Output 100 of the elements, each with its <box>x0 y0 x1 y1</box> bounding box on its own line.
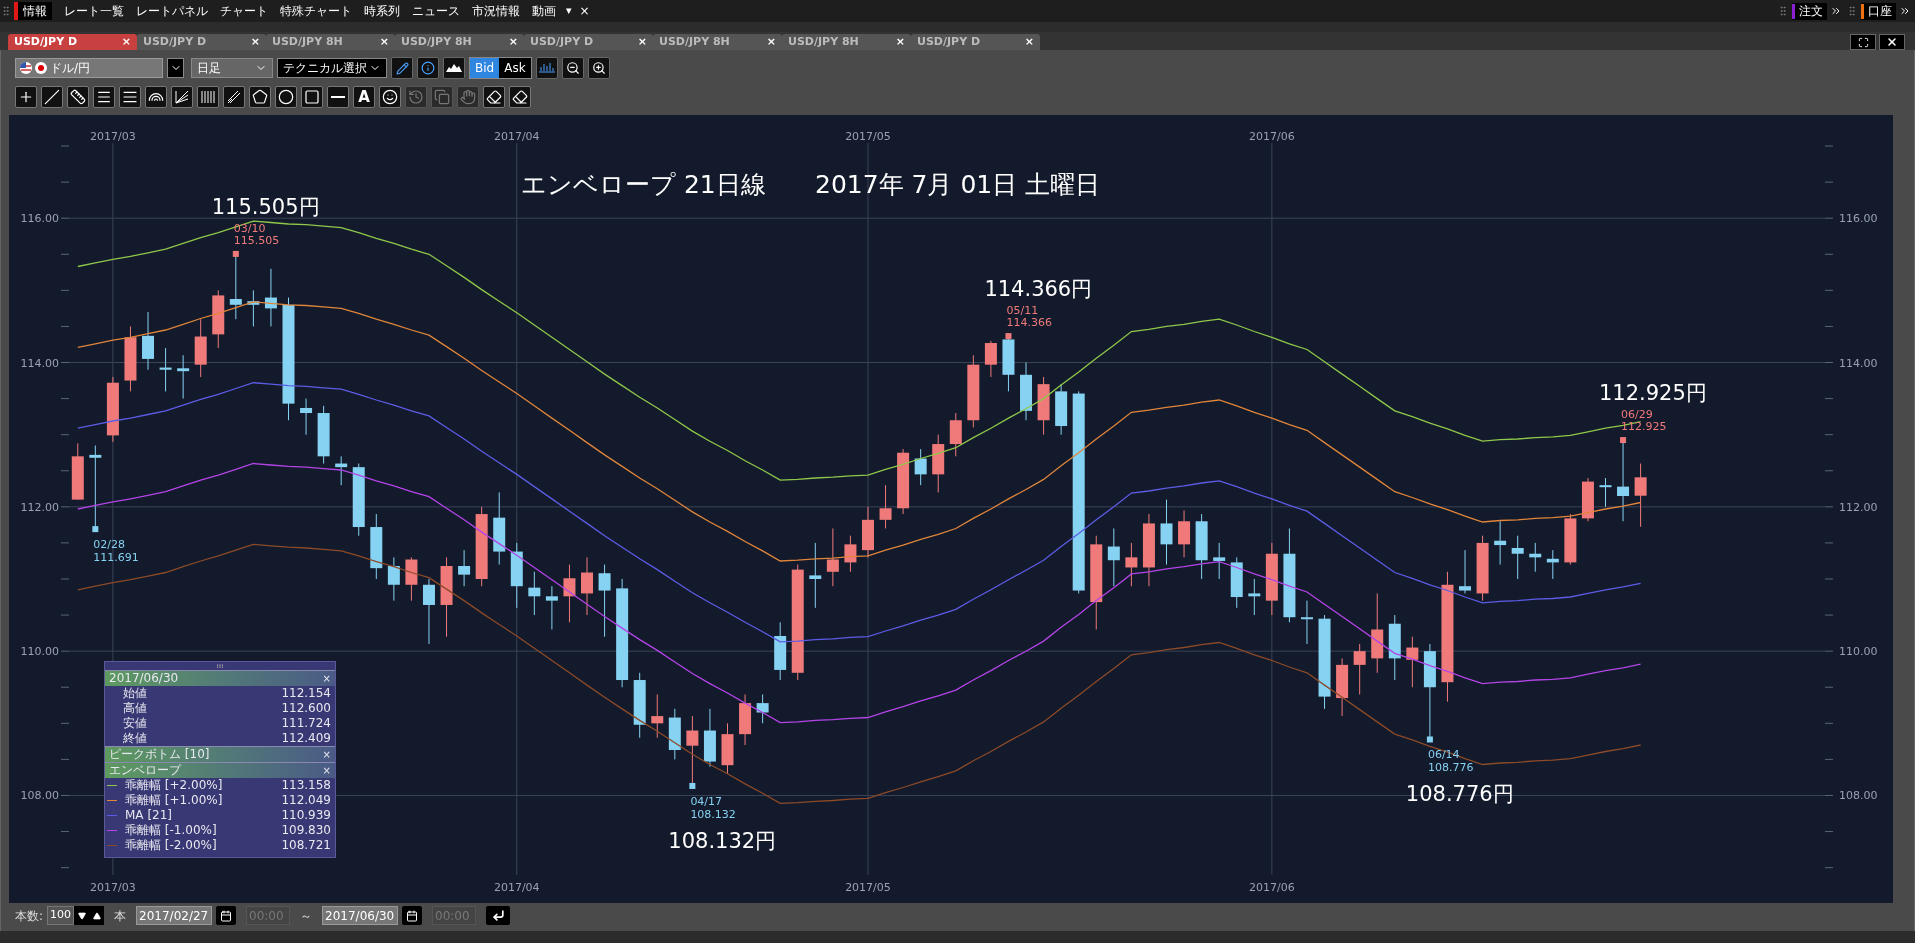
calendar-button[interactable] <box>402 906 423 925</box>
menu-item[interactable]: ニュース <box>406 2 466 20</box>
technical-select[interactable]: テクニカル選択 <box>277 58 387 78</box>
menu-item[interactable]: 情報 <box>14 2 52 20</box>
chart-tab[interactable]: USD/JPY D × <box>911 34 1040 50</box>
chart-tab[interactable]: USD/JPY D × <box>137 34 266 50</box>
tab-close-button[interactable]: × <box>121 33 131 51</box>
expand-icon[interactable] <box>1830 5 1842 17</box>
row-label: MA [21] <box>125 808 173 823</box>
tab-close-button[interactable]: × <box>895 33 905 51</box>
menu-item[interactable]: 特殊チャート <box>274 2 358 20</box>
chart-tab[interactable]: USD/JPY D × <box>8 34 137 50</box>
candlestick <box>1529 542 1542 573</box>
expand-icon[interactable] <box>1899 5 1911 17</box>
eraser-icon <box>512 89 528 105</box>
drawing-tool-button[interactable] <box>171 86 193 108</box>
candlestick <box>1037 376 1050 436</box>
tab-close-button[interactable]: × <box>250 33 260 51</box>
marker-price: 115.505 <box>233 233 280 247</box>
price-side-toggle[interactable]: Bid <box>470 58 500 78</box>
end-date-field[interactable]: 2017/06/30 <box>322 906 399 925</box>
menu-item[interactable]: 時系列 <box>358 2 406 20</box>
tab-close-button[interactable]: × <box>379 33 389 51</box>
drawing-tool-button[interactable] <box>223 86 245 108</box>
candlestick <box>387 556 400 602</box>
price-label: 114.366円 <box>984 277 1093 302</box>
grip-icon[interactable] <box>1846 5 1858 17</box>
close-button[interactable]: × <box>322 747 331 762</box>
tab-close-button[interactable]: × <box>766 33 776 51</box>
chart-tab[interactable]: USD/JPY 8H × <box>653 34 782 50</box>
calendar-button[interactable] <box>216 906 237 925</box>
count-field[interactable]: 100 <box>47 906 75 925</box>
drawing-tool-button[interactable] <box>145 86 167 108</box>
close-button[interactable]: × <box>322 763 331 778</box>
menu-item[interactable]: 動画 <box>526 2 562 20</box>
dropdown-button[interactable] <box>167 58 184 78</box>
menu-item[interactable]: レートパネル <box>130 2 214 20</box>
info-button[interactable] <box>417 57 439 79</box>
candlestick <box>212 289 225 349</box>
pencil-icon <box>395 61 409 75</box>
axis-label: 2017/06 <box>1249 130 1295 143</box>
count-label: 本数: <box>15 907 44 925</box>
chart-tab[interactable]: USD/JPY 8H × <box>782 34 911 50</box>
axis-label: 112.00 <box>20 500 59 514</box>
drawing-tool-button[interactable] <box>15 86 37 108</box>
tab-close-button[interactable]: × <box>1024 33 1034 51</box>
tab-close-button[interactable]: × <box>508 33 518 51</box>
close-icon <box>1886 36 1898 48</box>
candlestick <box>1178 509 1191 558</box>
candlestick <box>317 405 330 465</box>
drawing-tool-button[interactable] <box>327 86 349 108</box>
menu-close[interactable]: × <box>575 2 594 20</box>
draw-button[interactable] <box>391 57 413 79</box>
menu-item[interactable]: チャート <box>214 2 274 20</box>
grip-icon[interactable] <box>1777 5 1789 17</box>
currency-pair-select[interactable]: ドル/円 <box>15 58 163 78</box>
timeframe-select[interactable]: 日足 <box>191 58 273 78</box>
chart-tab[interactable]: USD/JPY D × <box>524 34 653 50</box>
start-date-field[interactable]: 2017/02/27 <box>136 906 213 925</box>
axis-label: 114.00 <box>1839 356 1878 370</box>
close-button[interactable]: × <box>322 671 331 686</box>
menu-item[interactable]: 市況情報 <box>466 2 526 20</box>
drawing-tool-button[interactable] <box>483 86 505 108</box>
candlestick <box>264 268 277 327</box>
candlestick <box>756 693 769 724</box>
panel-button[interactable]: 口座 <box>1861 2 1896 20</box>
chart-tab[interactable]: USD/JPY 8H × <box>395 34 524 50</box>
zoom-in-button[interactable] <box>587 57 610 79</box>
price-label: 108.132円 <box>668 828 777 853</box>
tab-close-button[interactable]: × <box>637 33 647 51</box>
bar-chart-icon <box>538 63 555 73</box>
price-side-toggle[interactable]: Ask <box>499 58 531 78</box>
drawing-tool-button[interactable] <box>119 86 141 108</box>
section-title: ピークボトム [10] <box>109 747 210 762</box>
drawing-tool-button[interactable] <box>249 86 271 108</box>
candlestick <box>739 693 752 746</box>
drawing-tool-button[interactable] <box>93 86 115 108</box>
zoom-out-button[interactable] <box>561 57 584 79</box>
row-label: 乖離幅 [+2.00%] <box>125 778 224 793</box>
close-button[interactable] <box>1879 34 1905 50</box>
reload-button[interactable] <box>486 906 511 925</box>
drawing-tool-button[interactable]: A <box>353 86 375 108</box>
drawing-tool-button[interactable] <box>509 86 531 108</box>
panel-button[interactable]: 注文 <box>1792 2 1827 20</box>
zoom-out-icon <box>565 61 580 75</box>
drawing-tool-button[interactable] <box>275 86 297 108</box>
drawing-tool-button[interactable] <box>301 86 323 108</box>
drawing-tool-button[interactable] <box>67 86 89 108</box>
drawing-tool-button[interactable] <box>41 86 63 108</box>
grip-icon[interactable] <box>0 5 12 17</box>
maximize-button[interactable] <box>1850 34 1876 50</box>
candlestick <box>370 513 383 580</box>
menu-item[interactable]: レート一覧 <box>58 2 130 20</box>
menu-overflow[interactable]: ▾ <box>562 2 576 20</box>
chart-tab[interactable]: USD/JPY 8H × <box>266 34 395 50</box>
drag-handle-icon[interactable] <box>216 662 224 670</box>
mountain-chart-button[interactable] <box>443 57 465 79</box>
increment-button[interactable] <box>89 906 105 925</box>
drawing-tool-button[interactable] <box>379 86 401 108</box>
decrement-button[interactable] <box>74 906 90 925</box>
